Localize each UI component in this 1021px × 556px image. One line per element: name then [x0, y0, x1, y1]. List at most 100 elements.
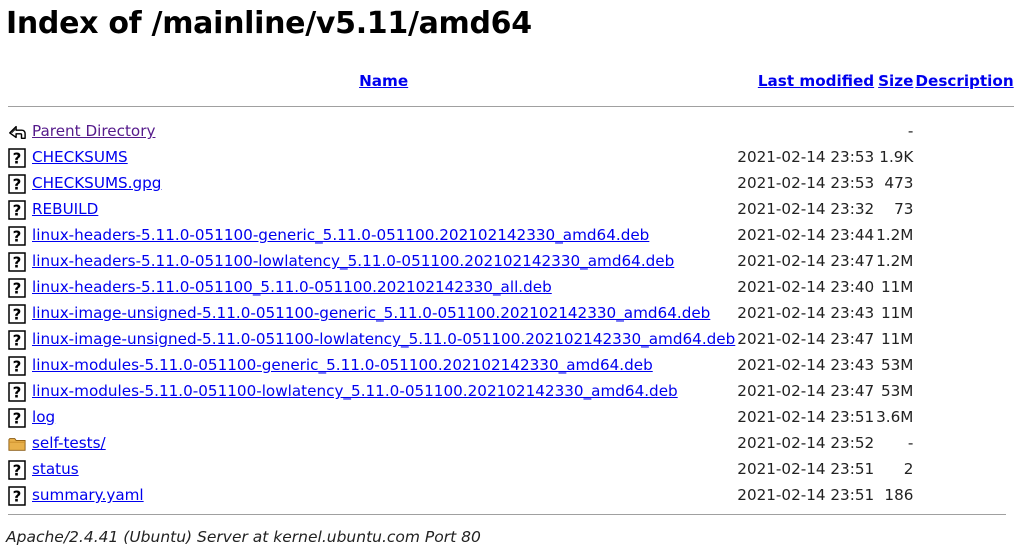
unknown-file-icon: ? — [8, 200, 26, 220]
last-modified-cell: 2021-02-14 23:47 — [737, 382, 875, 400]
file-link[interactable]: self-tests/ — [32, 434, 106, 452]
sort-by-size-link[interactable]: Size — [878, 72, 913, 90]
icon-cell: ? — [8, 404, 30, 430]
file-link[interactable]: linux-image-unsigned-5.11.0-051100-lowla… — [32, 330, 735, 348]
sort-by-name-link[interactable]: Name — [359, 72, 408, 90]
description-cell — [915, 222, 1013, 248]
icon-cell: ? — [8, 248, 30, 274]
description-cell — [915, 118, 1013, 144]
svg-text:?: ? — [13, 254, 22, 272]
file-link[interactable]: linux-modules-5.11.0-051100-generic_5.11… — [32, 356, 653, 374]
file-link[interactable]: REBUILD — [32, 200, 98, 218]
file-listing-table: Name Last modified Size Description Pare… — [6, 68, 1016, 508]
name-column-header: Name — [32, 68, 735, 94]
unknown-file-icon: ? — [8, 486, 26, 506]
size-cell: 73 — [894, 200, 914, 218]
table-row: ? linux-headers-5.11.0-051100_5.11.0-0511… — [8, 274, 1014, 300]
table-header-row: Name Last modified Size Description — [8, 68, 1014, 94]
svg-text:?: ? — [13, 306, 22, 324]
last-modified-cell — [737, 118, 874, 144]
name-cell: log — [32, 404, 735, 430]
description-cell — [915, 352, 1013, 378]
unknown-file-icon: ? — [8, 226, 26, 246]
unknown-file-icon: ? — [8, 408, 26, 428]
file-link[interactable]: CHECKSUMS.gpg — [32, 174, 161, 192]
icon-cell: ? — [8, 482, 30, 508]
size-cell: 1.2M — [876, 226, 914, 244]
last-modified-cell: 2021-02-14 23:53 — [737, 148, 875, 166]
description-cell — [915, 274, 1013, 300]
icon-cell: ? — [8, 378, 30, 404]
last-modified-cell: 2021-02-14 23:52 — [737, 434, 875, 452]
name-cell: linux-image-unsigned-5.11.0-051100-gener… — [32, 300, 735, 326]
name-cell: linux-headers-5.11.0-051100_5.11.0-05110… — [32, 274, 735, 300]
file-link[interactable]: linux-headers-5.11.0-051100-lowlatency_5… — [32, 252, 674, 270]
description-cell — [915, 144, 1013, 170]
description-cell — [915, 196, 1013, 222]
svg-text:?: ? — [13, 384, 22, 402]
last-modified-cell: 2021-02-14 23:44 — [737, 226, 875, 244]
description-cell — [915, 456, 1013, 482]
last-modified-column-header: Last modified — [737, 68, 874, 94]
description-cell — [915, 430, 1013, 456]
last-modified-cell: 2021-02-14 23:40 — [737, 278, 875, 296]
file-rows: Parent Directory -? CHECKSUMS 2021-02-14 23… — [8, 118, 1014, 508]
name-cell: Parent Directory — [32, 118, 735, 144]
file-link[interactable]: linux-headers-5.11.0-051100-generic_5.11… — [32, 226, 649, 244]
table-row: ? CHECKSUMS 2021-02-14 23:53 1.9K — [8, 144, 1014, 170]
icon-cell: ? — [8, 456, 30, 482]
table-row: ? linux-headers-5.11.0-051100-lowlatency_… — [8, 248, 1014, 274]
unknown-file-icon: ? — [8, 252, 26, 272]
file-link[interactable]: status — [32, 460, 79, 478]
icon-cell — [8, 430, 30, 456]
sort-by-description-link[interactable]: Description — [915, 72, 1013, 90]
size-cell: - — [907, 434, 914, 452]
file-link[interactable]: CHECKSUMS — [32, 148, 128, 166]
size-cell: 1.2M — [876, 252, 914, 270]
icon-cell: ? — [8, 300, 30, 326]
table-row: ? linux-modules-5.11.0-051100-lowlatency_… — [8, 378, 1014, 404]
table-row: ? status 2021-02-14 23:51 2 — [8, 456, 1014, 482]
table-row: Parent Directory - — [8, 118, 1014, 144]
file-link[interactable]: summary.yaml — [32, 486, 144, 504]
last-modified-cell: 2021-02-14 23:47 — [737, 252, 875, 270]
sort-by-last-modified-link[interactable]: Last modified — [758, 72, 874, 90]
header-divider-row — [8, 94, 1014, 118]
size-cell: 11M — [880, 278, 914, 296]
icon-cell: ? — [8, 196, 30, 222]
file-link[interactable]: linux-headers-5.11.0-051100_5.11.0-05110… — [32, 278, 552, 296]
icon-cell: ? — [8, 326, 30, 352]
table-row: ? linux-modules-5.11.0-051100-generic_5.1… — [8, 352, 1014, 378]
last-modified-cell: 2021-02-14 23:32 — [737, 200, 875, 218]
icon-cell: ? — [8, 170, 30, 196]
name-cell: linux-headers-5.11.0-051100-generic_5.11… — [32, 222, 735, 248]
unknown-file-icon: ? — [8, 174, 26, 194]
parent-directory-link[interactable]: Parent Directory — [32, 122, 155, 140]
back-icon — [8, 122, 26, 140]
folder-icon — [8, 434, 26, 452]
file-link[interactable]: log — [32, 408, 55, 426]
file-link[interactable]: linux-modules-5.11.0-051100-lowlatency_5… — [32, 382, 678, 400]
name-cell: status — [32, 456, 735, 482]
name-cell: self-tests/ — [32, 430, 735, 456]
size-cell: 53M — [880, 382, 914, 400]
icon-cell — [8, 118, 30, 144]
description-cell — [915, 404, 1013, 430]
size-cell: 2 — [903, 460, 914, 478]
size-cell: 3.6M — [876, 408, 914, 426]
svg-text:?: ? — [13, 202, 22, 220]
footer-divider — [8, 514, 1006, 515]
svg-text:?: ? — [13, 462, 22, 480]
header-divider — [8, 105, 1014, 107]
description-column-header: Description — [915, 68, 1013, 94]
icon-column-header — [8, 68, 30, 94]
last-modified-cell: 2021-02-14 23:43 — [737, 356, 875, 374]
file-link[interactable]: linux-image-unsigned-5.11.0-051100-gener… — [32, 304, 710, 322]
table-row: ? CHECKSUMS.gpg 2021-02-14 23:53 473 — [8, 170, 1014, 196]
size-cell: - — [907, 122, 914, 140]
description-cell — [915, 170, 1013, 196]
table-row: ? log 2021-02-14 23:51 3.6M — [8, 404, 1014, 430]
icon-cell: ? — [8, 352, 30, 378]
description-cell — [915, 378, 1013, 404]
table-row: ? linux-image-unsigned-5.11.0-051100-lowl… — [8, 326, 1014, 352]
